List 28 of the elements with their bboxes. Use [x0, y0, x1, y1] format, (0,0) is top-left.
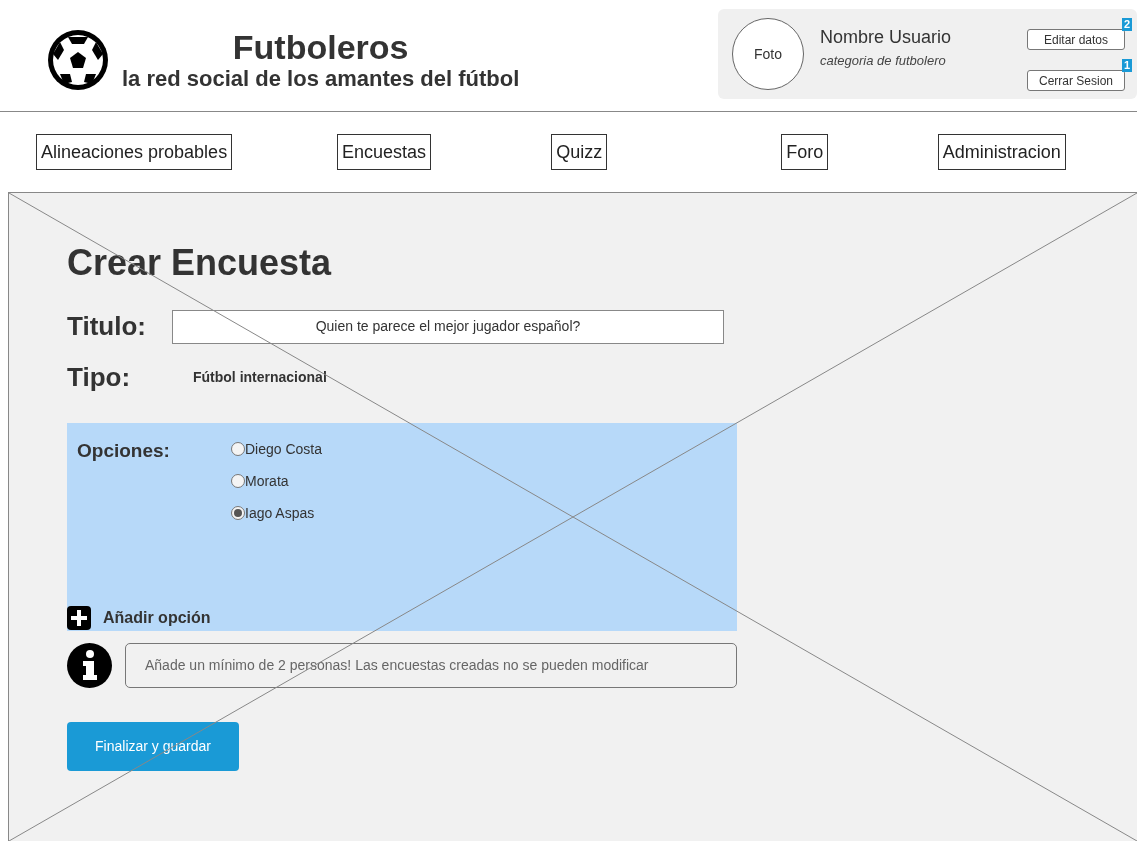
- count-badge: 2: [1121, 17, 1132, 31]
- site-title: Futboleros: [232, 28, 409, 66]
- plus-icon: [67, 606, 91, 630]
- form-heading: Crear Encuesta: [67, 241, 333, 285]
- nav-button[interactable]: Quizz: [551, 134, 608, 170]
- type-value: Fútbol internacional: [193, 368, 327, 387]
- nav-button[interactable]: Encuestas: [336, 134, 431, 170]
- field-label: Tipo:: [67, 361, 132, 394]
- count-badge: 1: [1121, 58, 1132, 72]
- field-label: Titulo:: [67, 310, 147, 343]
- info-message: Añade un mínimo de 2 personas! Las encuestas creadas no se pueden modificar: [125, 643, 737, 688]
- radio-option[interactable]: Morata: [231, 471, 323, 491]
- site-subtitle: la red social de los amantes del fútbol: [122, 66, 520, 92]
- radio-option[interactable]: Iago Aspas: [231, 503, 323, 523]
- nav-button[interactable]: Administracion: [937, 134, 1066, 170]
- title-field[interactable]: Quien te parece el mejor jugador español?: [172, 309, 724, 344]
- nav-button[interactable]: Foro: [781, 134, 829, 170]
- add-option-button[interactable]: Añadir opción: [103, 606, 211, 630]
- options-label: Opciones:: [77, 439, 171, 463]
- soccer-ball-icon: [46, 28, 110, 92]
- avatar: Foto: [732, 18, 804, 90]
- user-name: Nombre Usuario: [820, 25, 952, 49]
- header-button[interactable]: Editar datos: [1027, 29, 1125, 50]
- info-icon: [67, 643, 112, 688]
- radio-option[interactable]: Diego Costa: [231, 439, 323, 459]
- header-button[interactable]: Cerrar Sesion: [1027, 70, 1125, 91]
- nav-button[interactable]: Alineaciones probables: [36, 134, 233, 170]
- user-category: categoria de futbolero: [820, 51, 947, 70]
